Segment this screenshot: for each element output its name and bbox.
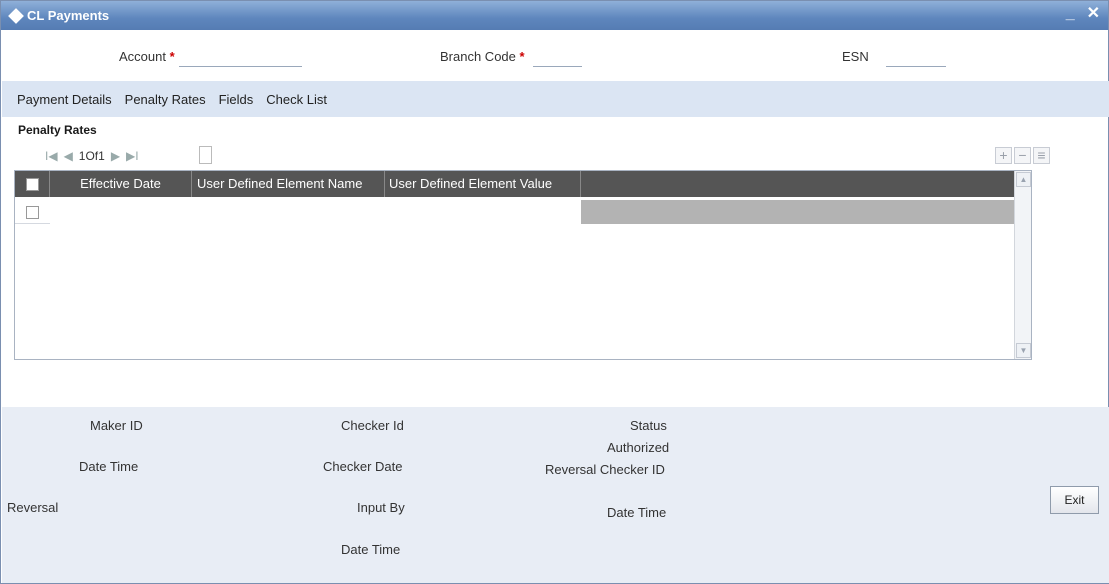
- pager: I◀ ◀ 1Of1 ▶ ▶I: [45, 149, 139, 163]
- audit-panel: [2, 407, 1109, 583]
- select-all-checkbox[interactable]: [25, 177, 39, 191]
- single-view-icon[interactable]: ≡: [1033, 147, 1050, 164]
- esn-label: ESN: [842, 49, 869, 64]
- scroll-down-icon[interactable]: ▼: [1016, 343, 1031, 358]
- prev-page-icon[interactable]: ◀: [64, 149, 73, 163]
- next-page-icon[interactable]: ▶: [111, 149, 120, 163]
- grid-header: Effective Date User Defined Element Name…: [15, 171, 1029, 197]
- branch-code-field[interactable]: [533, 49, 582, 67]
- last-page-icon[interactable]: ▶I: [126, 149, 139, 163]
- account-field[interactable]: [179, 49, 302, 67]
- page-indicator: 1Of1: [78, 149, 105, 163]
- row-filler: [581, 200, 1029, 224]
- reversal-checker-id-label: Reversal Checker ID: [545, 462, 665, 477]
- esn-field[interactable]: [886, 49, 946, 67]
- grid-toolbar: + − ≡: [995, 147, 1050, 164]
- input-by-label: Input By: [357, 500, 405, 515]
- account-label: Account *: [119, 49, 175, 64]
- section-title: Penalty Rates: [18, 123, 97, 137]
- column-header-effective-date[interactable]: Effective Date: [50, 171, 192, 197]
- column-header-filler: [581, 171, 1029, 197]
- branch-code-label: Branch Code *: [440, 49, 525, 64]
- table-row[interactable]: [15, 200, 1029, 224]
- add-row-icon[interactable]: +: [995, 147, 1012, 164]
- select-all-cell: [15, 171, 50, 197]
- grid-scrollbar[interactable]: ▲ ▼: [1014, 171, 1031, 359]
- status-label: Status: [630, 418, 667, 433]
- close-button[interactable]: ✕: [1087, 5, 1100, 23]
- tab-fields[interactable]: Fields: [219, 92, 254, 107]
- maker-date-time-label: Date Time: [79, 459, 139, 474]
- title-bar: CL Payments _ ✕: [1, 1, 1108, 30]
- tab-check-list[interactable]: Check List: [266, 92, 327, 107]
- penalty-rates-grid: Effective Date User Defined Element Name…: [14, 170, 1032, 360]
- input-date-time-label: Date Time: [341, 542, 401, 557]
- column-header-element-name[interactable]: User Defined Element Name: [192, 171, 385, 197]
- checker-id-label: Checker Id: [341, 418, 404, 433]
- cl-payments-window: CL Payments _ ✕ Account * Branch Code * …: [0, 0, 1109, 584]
- minimize-button[interactable]: _: [1066, 5, 1075, 23]
- row-cells[interactable]: [50, 200, 581, 224]
- authorized-label: Authorized: [607, 440, 670, 455]
- reversal-label: Reversal: [7, 500, 59, 515]
- page-jump-input[interactable]: [199, 146, 212, 164]
- first-page-icon[interactable]: I◀: [45, 149, 58, 163]
- delete-row-icon[interactable]: −: [1014, 147, 1031, 164]
- tab-bar: Payment Details Penalty Rates Fields Che…: [2, 81, 1109, 117]
- tab-payment-details[interactable]: Payment Details: [17, 92, 112, 107]
- row-select-cell: [15, 200, 50, 224]
- checker-date-label: Checker Date: [323, 459, 403, 474]
- scroll-up-icon[interactable]: ▲: [1016, 172, 1031, 187]
- tab-penalty-rates[interactable]: Penalty Rates: [125, 92, 206, 107]
- window-title: CL Payments: [27, 8, 110, 23]
- exit-button[interactable]: Exit: [1050, 486, 1099, 514]
- column-header-element-value[interactable]: User Defined Element Value: [385, 171, 581, 197]
- maker-id-label: Maker ID: [90, 418, 143, 433]
- reversal-date-time-label: Date Time: [607, 505, 667, 520]
- row-checkbox[interactable]: [26, 205, 39, 219]
- diamond-icon: [8, 7, 24, 24]
